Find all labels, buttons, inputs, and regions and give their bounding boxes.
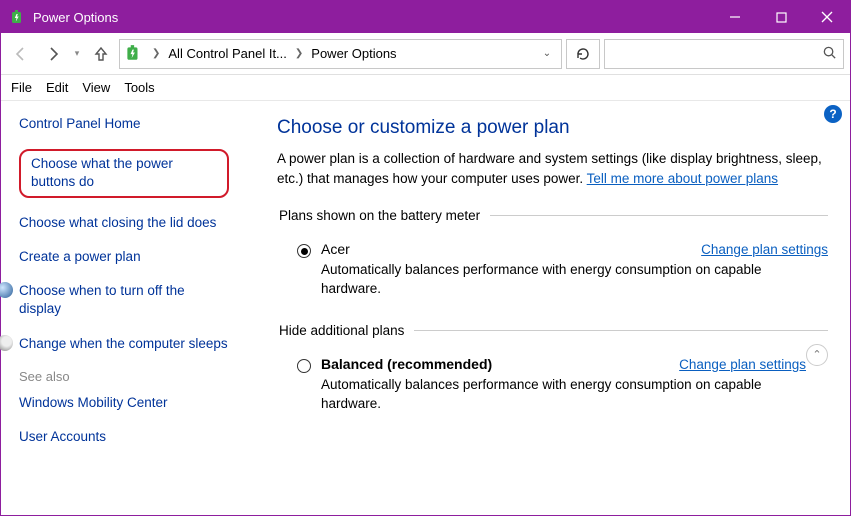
titlebar: Power Options (1, 1, 850, 33)
sidebar-mobility-center[interactable]: Windows Mobility Center (19, 394, 249, 412)
maximize-button[interactable] (758, 1, 804, 33)
chevron-right-icon[interactable]: ❯ (293, 48, 305, 59)
up-button[interactable] (87, 40, 115, 68)
additional-plans-legend[interactable]: Hide additional plans (277, 323, 414, 338)
menu-view[interactable]: View (82, 80, 110, 95)
sidebar-turn-off-display[interactable]: Choose when to turn off the display (19, 282, 249, 318)
refresh-button[interactable] (566, 39, 600, 69)
moon-icon (0, 335, 13, 351)
plan-balanced-change-link[interactable]: Change plan settings (679, 357, 806, 372)
plan-acer-change-link[interactable]: Change plan settings (701, 242, 828, 257)
page-heading: Choose or customize a power plan (277, 117, 828, 139)
search-icon[interactable] (822, 45, 837, 63)
plan-balanced-name[interactable]: Balanced (recommended) (321, 356, 492, 372)
page-description: A power plan is a collection of hardware… (277, 149, 828, 188)
battery-app-icon (9, 9, 25, 25)
sidebar-power-buttons[interactable]: Choose what the power buttons do (19, 149, 249, 197)
forward-button[interactable] (39, 40, 67, 68)
help-icon[interactable]: ? (824, 105, 842, 123)
see-also-heading: See also (19, 369, 249, 384)
plan-acer-radio[interactable] (297, 244, 311, 258)
collapse-chevron-icon[interactable]: ⌃ (806, 344, 828, 366)
plan-acer-description: Automatically balances performance with … (321, 261, 791, 299)
minimize-button[interactable] (712, 1, 758, 33)
additional-plans-group: Hide additional plans ⌃ Balanced (recomm… (277, 323, 828, 418)
sidebar-create-plan[interactable]: Create a power plan (19, 248, 249, 266)
menu-bar: File Edit View Tools (1, 75, 850, 101)
plans-shown-legend: Plans shown on the battery meter (277, 208, 490, 223)
search-box[interactable] (604, 39, 844, 69)
sidebar: Control Panel Home Choose what the power… (1, 101, 259, 515)
sidebar-closing-lid[interactable]: Choose what closing the lid does (19, 214, 249, 232)
sidebar-computer-sleeps[interactable]: Change when the computer sleeps (19, 335, 249, 353)
nav-row: ▾ ❯ All Control Panel It... ❯ Power Opti… (1, 33, 850, 75)
plan-balanced-description: Automatically balances performance with … (321, 376, 791, 414)
close-button[interactable] (804, 1, 850, 33)
chevron-right-icon[interactable]: ❯ (150, 48, 162, 59)
sidebar-control-panel-home[interactable]: Control Panel Home (19, 115, 249, 133)
plan-balanced-radio[interactable] (297, 359, 311, 373)
main-panel: Choose or customize a power plan A power… (259, 101, 850, 515)
menu-tools[interactable]: Tools (124, 80, 154, 95)
sidebar-user-accounts[interactable]: User Accounts (19, 428, 249, 446)
plan-acer: Acer Change plan settings Automatically … (277, 235, 828, 303)
breadcrumb-segment[interactable]: All Control Panel It... (168, 46, 287, 61)
address-dropdown-caret[interactable]: ⌄ (537, 48, 557, 59)
address-bar[interactable]: ❯ All Control Panel It... ❯ Power Option… (119, 39, 562, 69)
search-input[interactable] (611, 45, 822, 62)
back-button[interactable] (7, 40, 35, 68)
window-title: Power Options (33, 10, 118, 25)
plan-acer-name[interactable]: Acer (321, 241, 350, 257)
battery-icon (124, 44, 144, 64)
recent-locations-caret[interactable]: ▾ (71, 48, 83, 59)
content-area: ? Control Panel Home Choose what the pow… (1, 101, 850, 515)
menu-file[interactable]: File (11, 80, 32, 95)
menu-edit[interactable]: Edit (46, 80, 68, 95)
tell-me-more-link[interactable]: Tell me more about power plans (587, 171, 778, 186)
display-icon (0, 282, 13, 298)
plans-shown-group: Plans shown on the battery meter Acer Ch… (277, 208, 828, 303)
breadcrumb-segment[interactable]: Power Options (311, 46, 396, 61)
plan-balanced: Balanced (recommended) Change plan setti… (277, 350, 806, 418)
